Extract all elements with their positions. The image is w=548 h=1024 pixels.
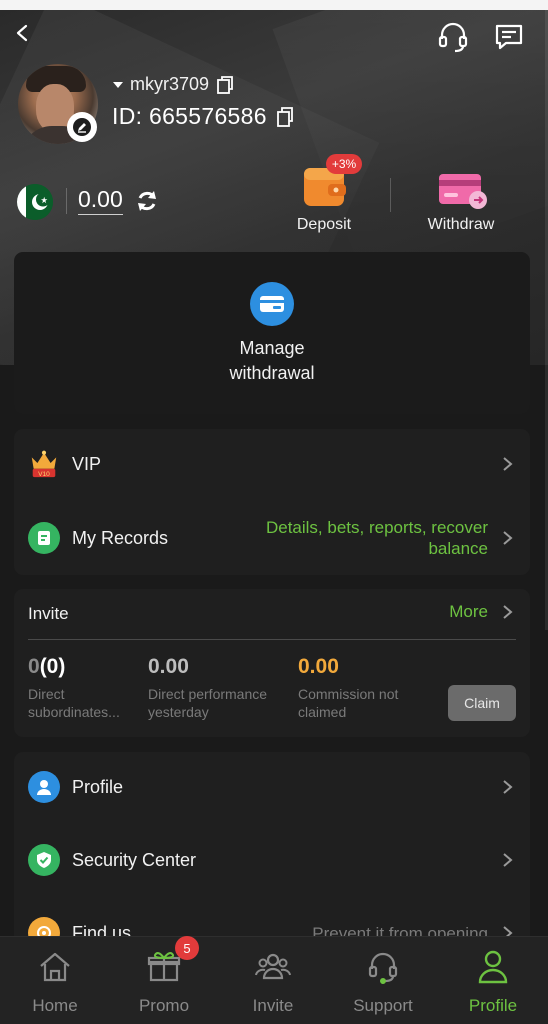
headset-icon <box>368 952 398 984</box>
stat-label: Direct performance yesterday <box>148 686 268 720</box>
nav-label: Invite <box>252 996 294 1015</box>
nav-profile[interactable]: Profile <box>448 947 538 1016</box>
stat-value: 0(0) <box>28 655 66 678</box>
nav-home[interactable]: Home <box>10 947 100 1016</box>
my-records-label: My Records <box>72 527 169 548</box>
stat-label: Direct subordinates... <box>28 686 120 720</box>
user-id: ID: 665576586 <box>112 103 267 129</box>
user-icon <box>478 950 508 984</box>
vip-row[interactable]: V10 VIP <box>28 439 516 489</box>
stat-direct-subordinates: 0(0) Direct subordinates... <box>28 655 138 721</box>
stat-direct-performance: 0.00 Direct performance yesterday <box>148 655 288 721</box>
profile-label: Profile <box>72 776 124 797</box>
nav-support[interactable]: Support <box>338 947 428 1016</box>
menu-card-top: V10 VIP My Records Details, bets, report… <box>14 429 530 575</box>
refresh-balance-button[interactable] <box>134 188 160 214</box>
divider <box>66 188 67 214</box>
stat-value: 0.00 <box>148 655 189 678</box>
pakistan-flag-icon[interactable] <box>17 184 53 220</box>
back-button[interactable] <box>10 18 36 48</box>
username: mkyr3709 <box>130 74 210 94</box>
headset-icon <box>438 22 468 53</box>
nav-promo[interactable]: Promo <box>119 947 209 1016</box>
pencil-icon <box>73 118 91 136</box>
home-icon <box>40 952 70 982</box>
deposit-label: Deposit <box>296 216 352 233</box>
balance-amount: 0.00 <box>78 186 123 215</box>
vip-label: VIP <box>72 453 102 474</box>
nav-label: Profile <box>468 996 518 1015</box>
status-strip <box>0 0 548 10</box>
user-id-row: ID: 665576586 <box>112 103 295 130</box>
stat-value: 0.00 <box>298 655 339 678</box>
shield-icon <box>28 844 60 876</box>
crown-icon: V10 <box>28 448 60 480</box>
username-row: mkyr3709 <box>112 74 235 95</box>
divider <box>390 178 391 212</box>
withdraw-button[interactable]: Withdraw <box>411 158 511 238</box>
customer-service-button[interactable] <box>436 20 470 54</box>
menu-card-bottom: Profile Security Center Find us Prevent … <box>14 752 530 952</box>
deposit-bonus-badge: +3% <box>326 154 362 174</box>
my-records-row[interactable]: My Records Details, bets, reports, recov… <box>28 513 516 563</box>
copy-icon[interactable] <box>215 75 235 95</box>
invite-more-link[interactable]: More <box>449 602 516 622</box>
svg-text:V10: V10 <box>38 471 50 478</box>
chevron-left-icon <box>16 24 28 42</box>
nav-label: Support <box>353 996 413 1015</box>
security-center-label: Security Center <box>72 849 197 870</box>
card-icon <box>250 282 294 326</box>
promo-badge: 5 <box>175 936 199 960</box>
profile-row[interactable]: Profile <box>28 762 516 812</box>
nav-invite[interactable]: Invite <box>228 947 318 1016</box>
nav-label: Home <box>32 996 78 1015</box>
chevron-right-icon <box>503 853 513 867</box>
invite-title: Invite <box>28 604 69 623</box>
edit-avatar-button[interactable] <box>67 112 97 142</box>
stat-label: Commission not claimed <box>298 686 399 720</box>
copy-icon[interactable] <box>275 106 295 128</box>
my-records-description: Details, bets, reports, recover balance <box>265 518 488 558</box>
withdraw-label: Withdraw <box>427 216 495 233</box>
manage-withdrawal-label: Manage withdrawal <box>229 338 315 383</box>
deposit-button[interactable]: +3% Deposit <box>274 154 374 238</box>
chevron-right-icon <box>503 605 513 619</box>
claim-button[interactable]: Claim <box>448 685 516 721</box>
manage-withdrawal-card[interactable]: Manage withdrawal <box>14 252 530 414</box>
caret-down-icon <box>113 81 123 88</box>
messages-button[interactable] <box>492 20 526 54</box>
bottom-nav: Home Promo Invite Support Profile <box>0 936 548 1024</box>
invite-card: Invite More 0(0) Direct subordinates... … <box>14 589 530 737</box>
security-center-row[interactable]: Security Center <box>28 835 516 885</box>
divider <box>28 639 516 640</box>
credit-card-icon <box>439 174 487 209</box>
refresh-icon <box>138 191 156 211</box>
chevron-right-icon <box>503 457 513 471</box>
chevron-right-icon <box>503 531 513 545</box>
user-icon <box>28 771 60 803</box>
records-icon <box>28 522 60 554</box>
chevron-right-icon <box>503 780 513 794</box>
users-icon <box>255 953 291 980</box>
stat-commission: 0.00 Commission not claimed <box>298 655 428 721</box>
message-icon <box>495 24 523 50</box>
nav-label: Promo <box>138 996 190 1015</box>
